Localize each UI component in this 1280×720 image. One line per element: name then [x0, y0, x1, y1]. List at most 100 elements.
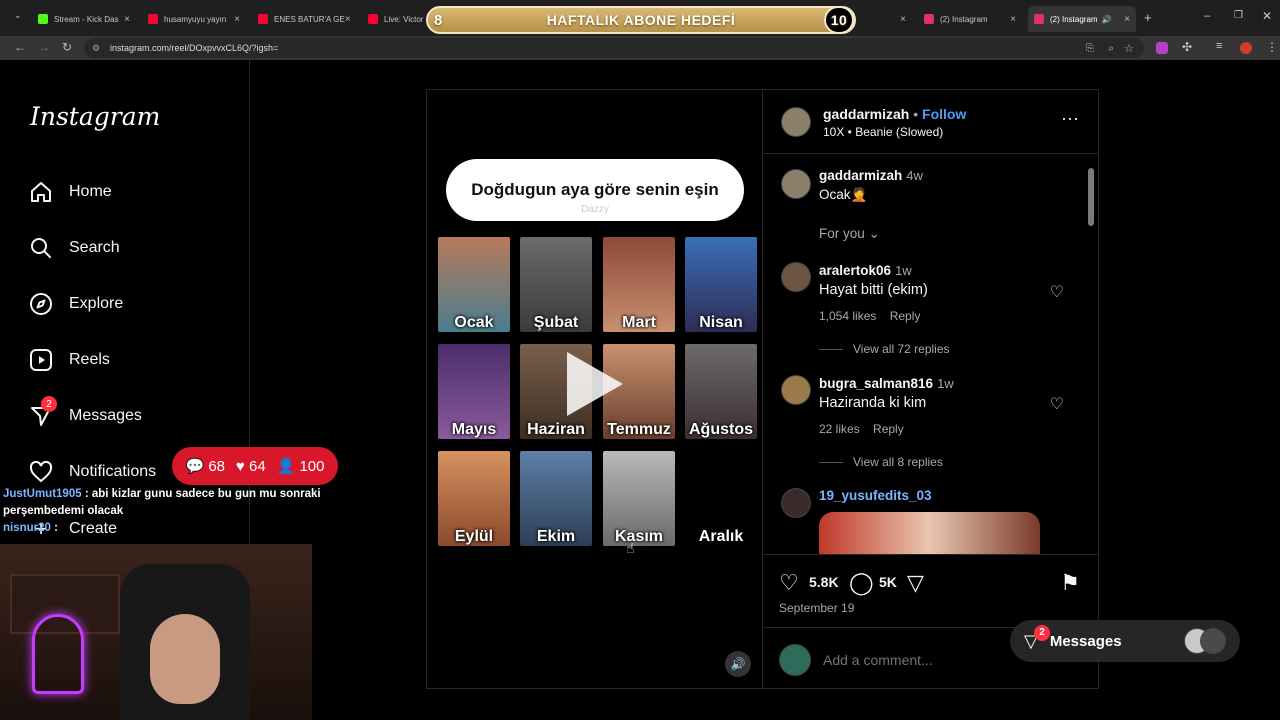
sidebar-item-explore[interactable]: Explore — [29, 292, 123, 316]
goal-current-count: 8 — [434, 11, 443, 29]
restore-window-button[interactable]: ❐ — [1234, 10, 1243, 21]
month-cell: Kasım — [603, 451, 675, 546]
audio-track[interactable]: 10X • Beanie (Slowed) — [823, 125, 943, 139]
follow-button[interactable]: Follow — [922, 106, 966, 122]
comment: 19_yusufedits_03 — [819, 488, 932, 503]
bookmark-star-icon[interactable]: ☆ — [1124, 42, 1134, 55]
speaker-icon[interactable]: 🔊 — [725, 651, 751, 677]
more-options-icon[interactable]: ··· — [1061, 108, 1079, 129]
reel-video[interactable]: Doğdugun aya göre senin eşin Dazzy Ocak … — [426, 89, 763, 689]
messages-floating-bar[interactable]: ▽ 2 Messages — [1010, 620, 1240, 662]
browser-tab[interactable]: ENES BATUR'A GE × — [252, 6, 356, 32]
comment-like-heart-icon[interactable]: ♡ — [1050, 282, 1064, 302]
sidebar-item-reels[interactable]: Reels — [29, 348, 110, 372]
play-icon[interactable] — [567, 352, 623, 416]
browser-tab[interactable]: (2) Instagram × — [918, 6, 1022, 32]
browser-tab[interactable]: husamyuyu yayın × — [142, 6, 246, 32]
instagram-favicon-icon — [924, 14, 934, 24]
streamer-webcam — [0, 544, 312, 720]
install-app-icon[interactable]: ⎘ — [1086, 43, 1094, 54]
extension-icon[interactable] — [1156, 42, 1168, 54]
save-bookmark-icon[interactable]: ⚑ — [1060, 570, 1080, 596]
comments-scrollbar[interactable] — [1088, 156, 1094, 552]
comment: bugra_salman816 1w Haziranda ki kim — [819, 376, 954, 411]
reel-watermark: Dazzy — [581, 204, 609, 215]
search-icon — [29, 236, 53, 260]
message-avatars — [1184, 628, 1226, 654]
for-you-dropdown[interactable]: For you ⌄ — [819, 226, 880, 242]
comment-image[interactable] — [819, 512, 1040, 554]
comment-icon[interactable]: ◯ — [849, 570, 874, 596]
sidebar-item-messages[interactable]: 2 Messages — [29, 396, 142, 428]
like-button[interactable]: ♡ — [779, 570, 799, 596]
site-info-icon[interactable]: ⚙ — [92, 43, 100, 54]
reload-icon[interactable]: ↻ — [62, 40, 72, 54]
browser-tab[interactable]: Stream - Kick Das × — [32, 6, 136, 32]
share-icon[interactable]: ▽ — [907, 570, 924, 596]
like-count[interactable]: 5.8K — [809, 574, 839, 590]
post-header: gaddarmizah • Follow 10X • Beanie (Slowe… — [763, 90, 1099, 154]
goal-title: HAFTALIK ABONE HEDEFİ — [546, 12, 736, 28]
close-tab-icon[interactable]: × — [234, 14, 240, 25]
comment-avatar[interactable] — [781, 262, 811, 292]
month-cell: Ocak — [438, 237, 510, 332]
url-field[interactable]: ⚙ instagram.com/reel/DOxpvvxCL6Q/?igsh= … — [84, 38, 1144, 58]
close-tab-icon[interactable]: × — [345, 14, 351, 25]
compass-icon — [29, 292, 53, 316]
goal-target-count: 10 — [824, 6, 854, 34]
view-replies-button[interactable]: View all 72 replies — [819, 342, 950, 356]
messenger-icon: 2 — [29, 396, 57, 428]
comment-like-heart-icon[interactable]: ♡ — [1050, 394, 1064, 414]
browser-menu-icon[interactable]: ⋮ — [1266, 40, 1278, 54]
zoom-icon[interactable]: ⌕ — [1108, 43, 1114, 54]
reply-button[interactable]: Reply — [890, 309, 921, 323]
comment-count: 5K — [879, 574, 897, 590]
author-avatar[interactable] — [781, 107, 811, 137]
month-cell: Aralık — [685, 451, 757, 546]
close-tab-icon[interactable]: × — [1010, 14, 1016, 25]
forward-arrow-icon[interactable]: → — [38, 40, 50, 54]
sidebar-item-search[interactable]: Search — [29, 236, 120, 260]
month-cell: Şubat — [520, 237, 592, 332]
close-window-button[interactable]: ✕ — [1262, 9, 1272, 23]
view-replies-button[interactable]: View all 8 replies — [819, 455, 943, 469]
caption-avatar[interactable] — [781, 169, 811, 199]
heart-icon — [29, 460, 53, 484]
post-details-panel: gaddarmizah • Follow 10X • Beanie (Slowe… — [763, 89, 1099, 689]
youtube-favicon-icon — [148, 14, 158, 24]
person-icon: 👤 — [276, 458, 296, 475]
minimize-window-button[interactable]: – — [1204, 10, 1210, 22]
tab-search-chevron-icon[interactable]: ⌄ — [14, 10, 22, 21]
stream-stats-pill: 💬 68 ♥ 64 👤 100 — [172, 447, 338, 485]
comment-avatar[interactable] — [781, 488, 811, 518]
new-tab-button[interactable]: + — [1144, 10, 1152, 25]
profile-avatar-icon[interactable] — [1240, 42, 1252, 54]
post-author[interactable]: gaddarmizah — [823, 106, 909, 122]
mouse-cursor: ☝ — [626, 540, 635, 556]
month-cell: Mart — [603, 237, 675, 332]
extensions-puzzle-icon[interactable]: ✣ — [1182, 40, 1192, 54]
sidebar-item-notifications[interactable]: Notifications — [29, 460, 156, 484]
browser-tab[interactable]: Live: Victor — [362, 6, 426, 32]
home-icon — [29, 180, 53, 204]
comment-meta: 1,054 likes Reply — [819, 309, 921, 323]
close-tab-icon[interactable]: × — [1124, 14, 1130, 25]
youtube-favicon-icon — [368, 14, 378, 24]
close-tab-icon[interactable]: × — [124, 14, 130, 25]
browser-tab-active[interactable]: (2) Instagram 🔊 × — [1028, 6, 1136, 32]
back-arrow-icon[interactable]: ← — [14, 40, 26, 54]
reels-icon — [29, 348, 53, 372]
reply-button[interactable]: Reply — [873, 422, 904, 436]
add-comment-input[interactable] — [823, 650, 1023, 670]
month-cell: Nisan — [685, 237, 757, 332]
comment-avatar[interactable] — [781, 375, 811, 405]
close-tab-icon[interactable]: × — [900, 14, 906, 25]
viewer-count: 👤 100 — [276, 458, 325, 475]
subscriber-goal-bar: 8 HAFTALIK ABONE HEDEFİ 10 — [426, 6, 856, 34]
media-controls-icon[interactable]: ≡ — [1216, 40, 1222, 52]
heart-icon: ♥ — [235, 457, 245, 475]
sidebar-item-home[interactable]: Home — [29, 180, 112, 204]
instagram-logo[interactable]: Instagram — [30, 102, 160, 131]
audio-playing-icon[interactable]: 🔊 — [1102, 15, 1112, 24]
actions-bar — [763, 554, 1099, 555]
